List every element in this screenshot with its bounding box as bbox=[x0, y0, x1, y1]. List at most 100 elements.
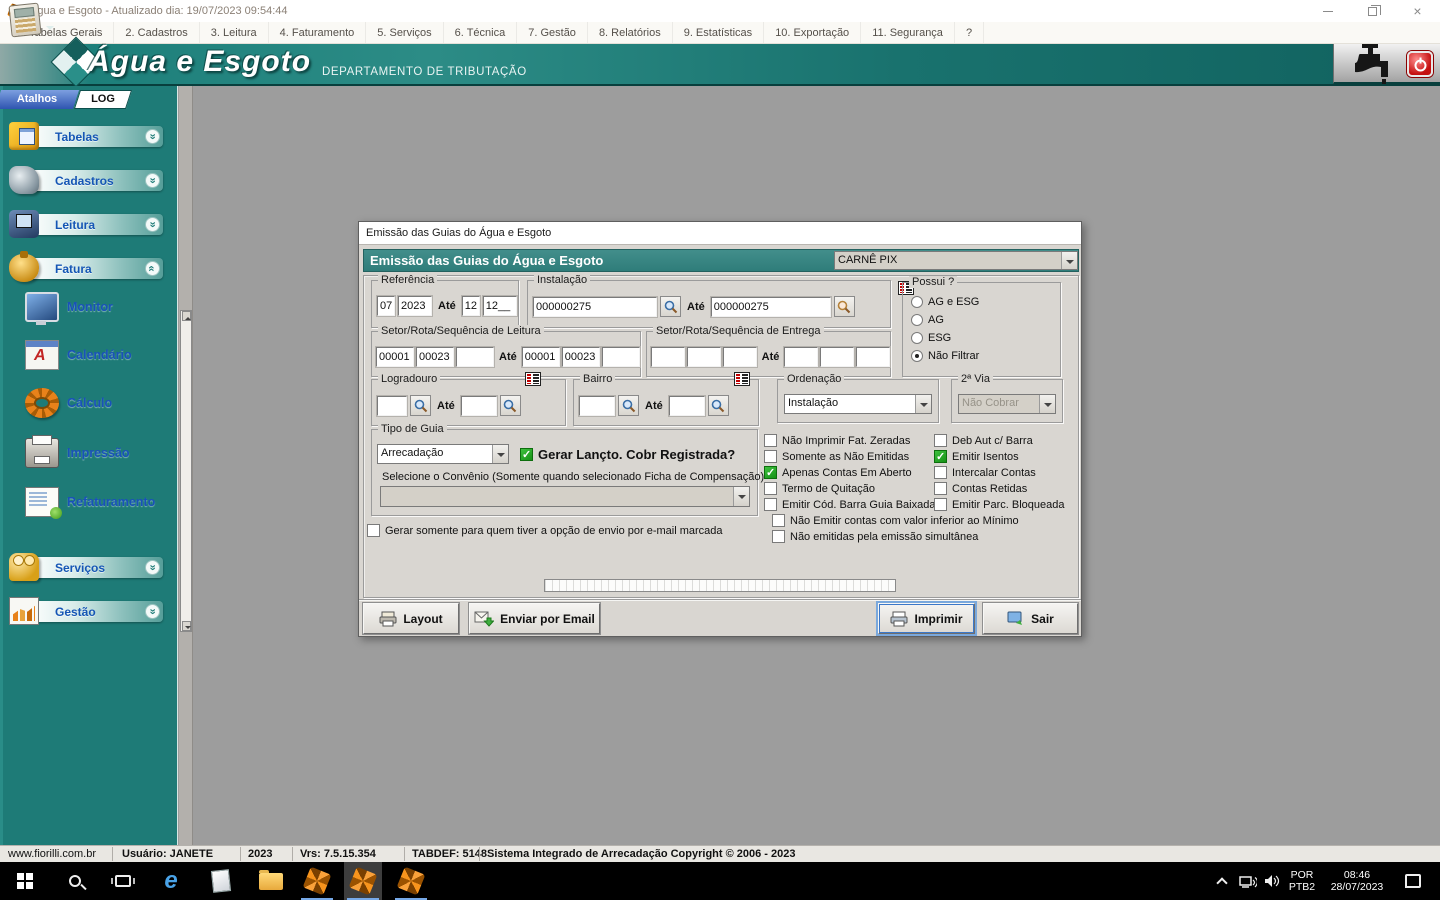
tray-network-button[interactable] bbox=[1236, 862, 1260, 900]
checkbox-box[interactable] bbox=[520, 448, 533, 461]
sidebar-section-cadastros[interactable]: Cadastros » bbox=[27, 170, 163, 191]
radio-button[interactable] bbox=[911, 296, 923, 308]
taskbar-app-page[interactable] bbox=[202, 862, 240, 900]
setor-leitura-from-3[interactable] bbox=[456, 347, 494, 367]
menu-exportacao[interactable]: 10. Exportação bbox=[764, 22, 861, 43]
instalacao-from-field[interactable]: 000000275 bbox=[533, 297, 657, 317]
sidebar-item-impressao[interactable]: Impressão bbox=[3, 438, 181, 472]
checkbox-emitir-isentos[interactable]: Emitir Isentos bbox=[934, 450, 1065, 463]
referencia-to-month-field[interactable]: 12 bbox=[462, 296, 480, 316]
logradouro-from-field[interactable] bbox=[377, 396, 407, 416]
menu-relatorios[interactable]: 8. Relatórios bbox=[588, 22, 673, 43]
instalacao-to-search-button[interactable] bbox=[834, 296, 855, 317]
sidebar-section-gestao[interactable]: Gestão » bbox=[27, 601, 163, 622]
menu-cadastros[interactable]: 2. Cadastros bbox=[114, 22, 199, 43]
checkbox-box[interactable] bbox=[764, 482, 777, 495]
checkbox-box[interactable] bbox=[934, 450, 947, 463]
menu-gestao[interactable]: 7. Gestão bbox=[517, 22, 588, 43]
chevron-down-icon[interactable]: » bbox=[145, 560, 160, 575]
checkbox-contas-retidas[interactable]: Contas Retidas bbox=[934, 482, 1065, 495]
checkbox-box[interactable] bbox=[934, 434, 947, 447]
setor-entrega-to-1[interactable] bbox=[784, 347, 818, 367]
taskbar-file-explorer[interactable] bbox=[252, 862, 290, 900]
chevron-down-icon[interactable]: » bbox=[145, 173, 160, 188]
menu-servicos[interactable]: 5. Serviços bbox=[366, 22, 443, 43]
checkbox-box[interactable] bbox=[764, 434, 777, 447]
sidebar-item-calculo[interactable]: Cálculo bbox=[3, 388, 181, 422]
checkbox-box[interactable] bbox=[934, 498, 947, 511]
referencia-to-year-field[interactable]: 12__ bbox=[483, 296, 517, 316]
list-selection-icon[interactable] bbox=[734, 372, 750, 386]
taskbar-fiorilli-app-2-active[interactable] bbox=[344, 862, 382, 900]
setor-leitura-to-3[interactable] bbox=[602, 347, 640, 367]
radio-ag-e-esg[interactable]: AG e ESG bbox=[911, 296, 1060, 308]
radio-button[interactable] bbox=[911, 332, 923, 344]
setor-leitura-from-2[interactable]: 00023 bbox=[416, 347, 454, 367]
taskbar-internet-explorer[interactable]: e bbox=[152, 862, 190, 900]
taskbar-fiorilli-app-3[interactable] bbox=[392, 862, 430, 900]
scroll-up-arrow[interactable] bbox=[182, 311, 191, 321]
checkbox-emitir-parc-bloqueada[interactable]: Emitir Parc. Bloqueada bbox=[934, 498, 1065, 511]
tab-atalhos[interactable]: Atalhos bbox=[0, 90, 79, 109]
setor-leitura-to-1[interactable]: 00001 bbox=[522, 347, 560, 367]
checkbox-nao-emitidas-simultanea[interactable]: Não emitidas pela emissão simultânea bbox=[764, 530, 1019, 543]
logradouro-to-search-button[interactable] bbox=[500, 395, 521, 416]
setor-entrega-from-1[interactable] bbox=[651, 347, 685, 367]
tray-show-hidden-button[interactable] bbox=[1210, 862, 1234, 900]
checkbox-box[interactable] bbox=[367, 524, 380, 537]
referencia-from-month-field[interactable]: 07 bbox=[377, 296, 395, 316]
chevron-down-icon[interactable]: » bbox=[145, 604, 160, 619]
menu-estatisticas[interactable]: 9. Estatísticas bbox=[673, 22, 764, 43]
checkbox-email[interactable]: Gerar somente para quem tiver a opção de… bbox=[367, 524, 723, 537]
setor-entrega-from-2[interactable] bbox=[687, 347, 721, 367]
tray-clock[interactable]: 08:46 28/07/2023 bbox=[1322, 862, 1392, 900]
vertical-scrollbar[interactable] bbox=[180, 310, 192, 632]
menu-faturamento[interactable]: 4. Faturamento bbox=[269, 22, 367, 43]
setor-entrega-to-2[interactable] bbox=[820, 347, 854, 367]
setor-leitura-from-1[interactable]: 00001 bbox=[376, 347, 414, 367]
checkbox-gerar-lancto[interactable]: Gerar Lançto. Cobr Registrada? bbox=[520, 447, 735, 462]
restore-button[interactable] bbox=[1350, 0, 1395, 22]
combo-arrow-icon[interactable] bbox=[492, 445, 508, 463]
radio-ag[interactable]: AG bbox=[911, 314, 1060, 326]
tipo-guia-combobox[interactable]: Arrecadação bbox=[377, 444, 509, 464]
close-button[interactable]: × bbox=[1395, 0, 1440, 22]
action-center-button[interactable] bbox=[1398, 862, 1428, 900]
sidebar-section-tabelas[interactable]: Tabelas » bbox=[27, 126, 163, 147]
checkbox-deb-aut-barra[interactable]: Deb Aut c/ Barra bbox=[934, 434, 1065, 447]
checkbox-box[interactable] bbox=[772, 530, 785, 543]
sair-button[interactable]: Sair bbox=[983, 603, 1078, 634]
caret-down-icon[interactable] bbox=[46, 26, 54, 34]
combo-arrow-icon[interactable] bbox=[1061, 252, 1077, 269]
instalacao-to-field[interactable]: 000000275 bbox=[711, 297, 831, 317]
carne-combobox[interactable]: CARNÊ PIX bbox=[834, 251, 1078, 270]
combo-arrow-icon[interactable] bbox=[915, 395, 931, 413]
scroll-down-arrow[interactable] bbox=[182, 621, 191, 631]
checkbox-box[interactable] bbox=[764, 498, 777, 511]
checkbox-nao-emitir-valor-inferior[interactable]: Não Emitir contas com valor inferior ao … bbox=[764, 514, 1019, 527]
task-view-button[interactable] bbox=[104, 862, 142, 900]
imprimir-button[interactable]: Imprimir bbox=[878, 603, 975, 634]
menu-seguranca[interactable]: 11. Segurança bbox=[861, 22, 955, 43]
checkbox-box[interactable] bbox=[934, 482, 947, 495]
checkbox-box[interactable] bbox=[764, 450, 777, 463]
instalacao-from-search-button[interactable] bbox=[660, 296, 681, 317]
radio-button[interactable] bbox=[911, 314, 923, 326]
sidebar-section-fatura[interactable]: Fatura » bbox=[27, 258, 163, 279]
checkbox-box[interactable] bbox=[934, 466, 947, 479]
list-selection-icon[interactable] bbox=[525, 372, 541, 386]
ordenacao-combobox[interactable]: Instalação bbox=[784, 394, 932, 414]
sidebar-item-refaturamento[interactable]: Refaturamento bbox=[3, 487, 181, 521]
sidebar-item-calendario[interactable]: Calendário bbox=[3, 340, 181, 374]
logradouro-from-search-button[interactable] bbox=[410, 395, 431, 416]
taskbar-search-button[interactable] bbox=[56, 862, 94, 900]
start-button[interactable] bbox=[6, 862, 44, 900]
setor-leitura-to-2[interactable]: 00023 bbox=[562, 347, 600, 367]
setor-entrega-from-3[interactable] bbox=[723, 347, 757, 367]
chevron-up-icon[interactable]: » bbox=[145, 261, 160, 276]
referencia-from-year-field[interactable]: 2023 bbox=[398, 296, 432, 316]
minimize-button[interactable] bbox=[1305, 0, 1350, 22]
tab-log[interactable]: LOG bbox=[74, 90, 132, 109]
bairro-from-field[interactable] bbox=[579, 396, 615, 416]
sidebar-item-monitor[interactable]: Monitor bbox=[3, 292, 181, 326]
